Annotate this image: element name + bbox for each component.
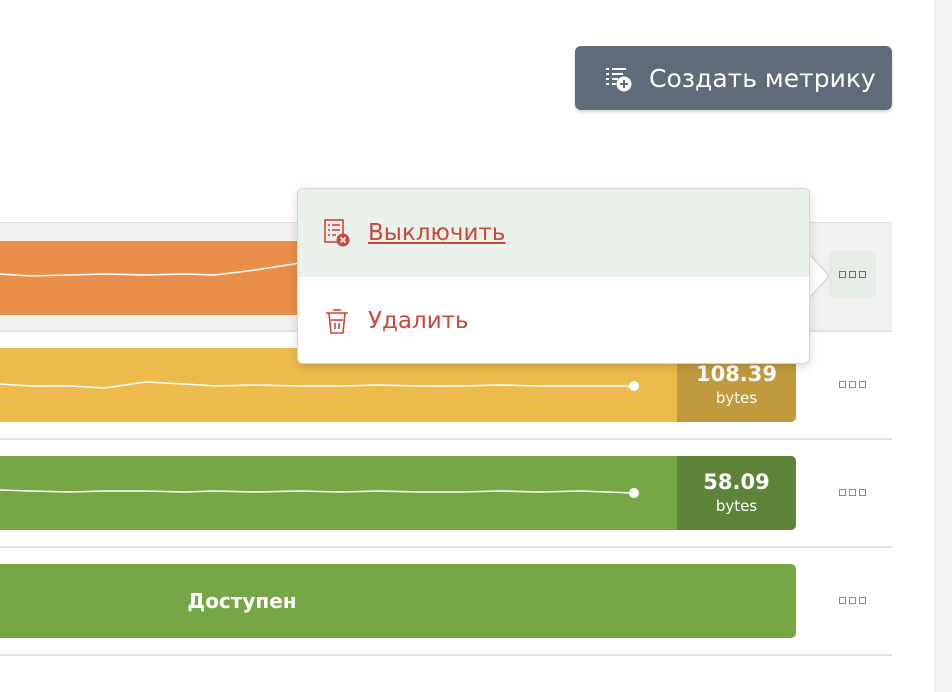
row-menu-button-3[interactable]: [829, 469, 876, 516]
dot-icon: [859, 381, 866, 388]
list-plus-icon: [606, 68, 632, 92]
status-label: Доступен: [187, 589, 297, 613]
row-menu-button-2[interactable]: [829, 361, 876, 408]
dot-icon: [859, 271, 866, 278]
row-divider: [0, 438, 892, 440]
dot-icon: [849, 489, 856, 496]
row-divider: [0, 546, 892, 548]
menu-item-delete[interactable]: Удалить: [298, 277, 809, 365]
metric-unit: bytes: [715, 497, 758, 515]
list-disable-icon: [324, 219, 350, 247]
metric-value-box: 58.09 bytes: [677, 456, 796, 530]
row-divider: [0, 654, 892, 656]
dot-icon: [839, 271, 846, 278]
dot-icon: [839, 489, 846, 496]
menu-pointer: [808, 254, 828, 298]
trash-icon: [326, 309, 348, 334]
create-metric-button[interactable]: Создать метрику: [575, 46, 892, 110]
metric-unit: bytes: [715, 389, 758, 407]
menu-item-disable[interactable]: Выключить: [298, 189, 809, 277]
menu-item-label: Выключить: [368, 220, 506, 246]
dot-icon: [859, 597, 866, 604]
dot-icon: [839, 381, 846, 388]
metrics-panel: Создать метрику 108.39 bytes 58.09 bytes…: [0, 0, 936, 692]
create-metric-label: Создать метрику: [649, 63, 876, 93]
row-menu-button-1[interactable]: [829, 251, 876, 298]
dot-icon: [849, 381, 856, 388]
metric-bar-4[interactable]: Доступен: [0, 564, 796, 638]
dot-icon: [839, 597, 846, 604]
metric-bar-3[interactable]: 58.09 bytes: [0, 456, 796, 530]
dot-icon: [849, 271, 856, 278]
dot-icon: [849, 597, 856, 604]
row-menu-button-4[interactable]: [829, 577, 876, 624]
dot-icon: [859, 489, 866, 496]
metric-value: 58.09: [703, 470, 770, 494]
context-menu: Выключить Удалить: [297, 188, 810, 364]
metric-value: 108.39: [695, 362, 778, 386]
menu-item-label: Удалить: [368, 308, 469, 334]
